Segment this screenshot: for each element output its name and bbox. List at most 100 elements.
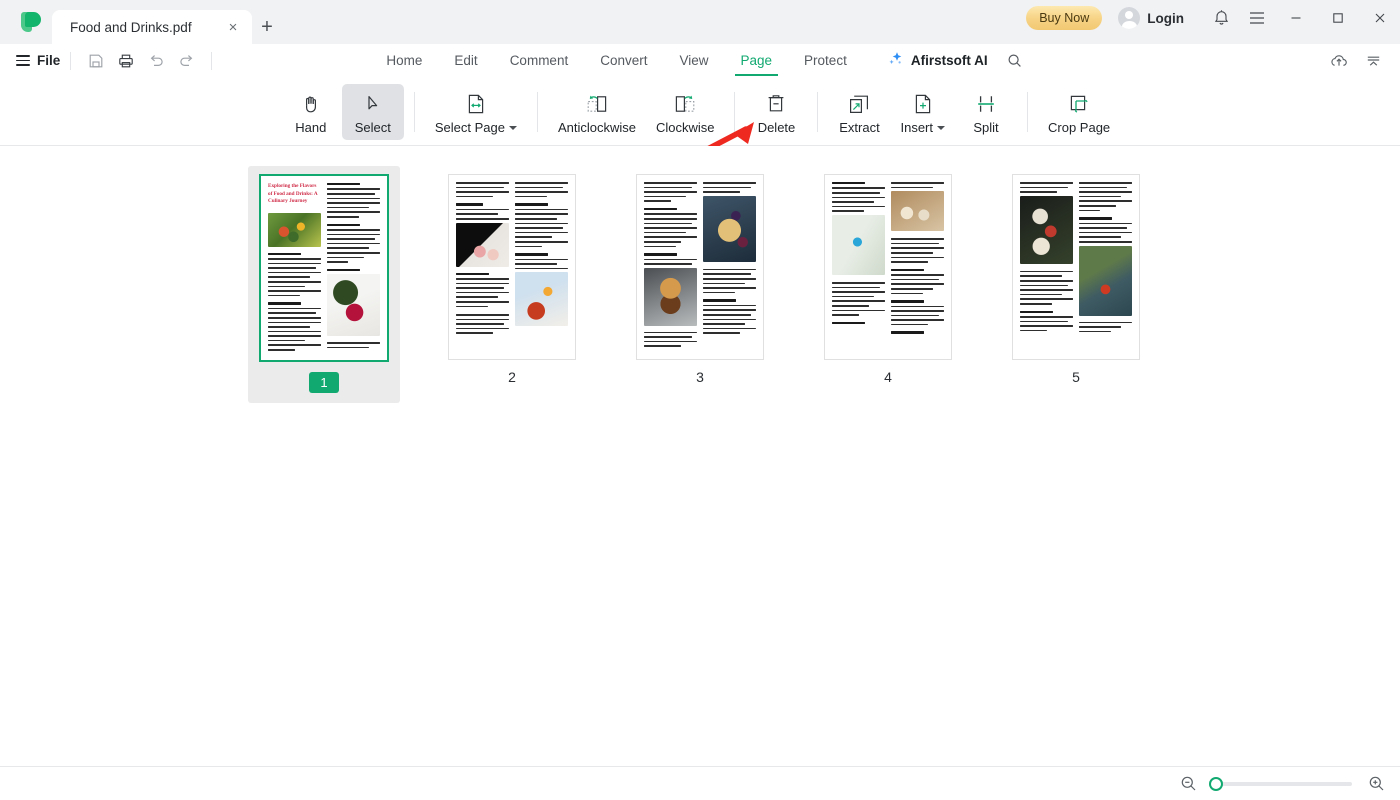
- divider: [413, 91, 415, 132]
- photo-salad: [268, 212, 321, 247]
- tool-split[interactable]: Split: [955, 84, 1017, 140]
- maximize-button[interactable]: [1318, 3, 1358, 33]
- tool-insert[interactable]: Insert: [890, 84, 955, 140]
- divider: [211, 51, 213, 70]
- save-icon[interactable]: [81, 48, 111, 74]
- tool-clockwise[interactable]: Clockwise: [646, 84, 725, 140]
- zoom-slider[interactable]: [1209, 776, 1352, 791]
- close-window-button[interactable]: [1360, 3, 1400, 33]
- tool-extract-label: Extract: [839, 119, 880, 135]
- afirstsoft-ai-button[interactable]: Afirstsoft AI: [881, 50, 994, 72]
- photo-champagne: [832, 214, 885, 275]
- login-button[interactable]: Login: [1118, 7, 1184, 29]
- cloud-upload-icon[interactable]: [1324, 48, 1354, 74]
- afirstsoft-ai-label: Afirstsoft AI: [910, 53, 988, 68]
- divider: [70, 51, 72, 70]
- photo-pancakes: [703, 195, 756, 262]
- menu-bar: File Home Edit Comment Convert View Page…: [0, 44, 1400, 78]
- print-icon[interactable]: [111, 48, 141, 74]
- tool-select-page[interactable]: Select Page: [425, 84, 527, 140]
- extract-icon: [847, 91, 871, 117]
- title-bar: Food and Drinks.pdf × + Buy Now Login: [0, 0, 1400, 44]
- chevron-down-icon[interactable]: [937, 126, 945, 130]
- search-icon[interactable]: [1000, 48, 1030, 74]
- ribbon-tabs: Home Edit Comment Convert View Page Prot…: [0, 44, 1400, 78]
- notifications-bell-icon[interactable]: [1204, 3, 1238, 33]
- close-tab-icon[interactable]: ×: [224, 18, 242, 36]
- menu-bar-right-actions: [1324, 48, 1400, 74]
- tool-crop-page[interactable]: Crop Page: [1038, 84, 1120, 140]
- photo-cocktail: [456, 222, 509, 267]
- main-menu-icon[interactable]: [1240, 3, 1274, 33]
- tool-anticlockwise-label: Anticlockwise: [557, 119, 636, 135]
- zoom-out-icon[interactable]: [1178, 774, 1198, 794]
- tool-extract[interactable]: Extract: [828, 84, 890, 140]
- page-tools-ribbon: Hand Select Select Page Anticlockwise Cl…: [0, 78, 1400, 222]
- photo-pasta: [515, 272, 568, 327]
- file-menu-button[interactable]: File: [16, 53, 60, 68]
- file-menu-label: File: [37, 53, 61, 68]
- tool-crop-page-label: Crop Page: [1048, 119, 1111, 135]
- tab-edit[interactable]: Edit: [438, 46, 493, 76]
- login-label: Login: [1147, 10, 1184, 26]
- page-preview-2: [448, 174, 576, 360]
- page-number-4: 4: [884, 369, 892, 385]
- photo-cocktail-cliff: [1079, 245, 1132, 316]
- document-tab-label: Food and Drinks.pdf: [70, 19, 192, 35]
- document-tab[interactable]: Food and Drinks.pdf ×: [52, 10, 252, 44]
- page-thumbnail-4[interactable]: 4: [812, 166, 964, 394]
- select-page-icon: [464, 91, 488, 117]
- buy-now-button[interactable]: Buy Now: [1026, 6, 1103, 30]
- redo-icon[interactable]: [171, 48, 201, 74]
- tool-clockwise-label: Clockwise: [655, 119, 715, 135]
- new-tab-icon[interactable]: +: [252, 10, 282, 44]
- tool-hand-label: Hand: [295, 119, 327, 135]
- page-number-2: 2: [508, 369, 516, 385]
- tab-convert[interactable]: Convert: [584, 46, 663, 76]
- tool-delete-label: Delete: [757, 119, 796, 135]
- page-preview-3: [636, 174, 764, 360]
- minimize-button[interactable]: [1276, 3, 1316, 33]
- tool-hand[interactable]: Hand: [280, 84, 342, 140]
- rotate-right-icon: [672, 91, 698, 117]
- hand-icon: [300, 91, 322, 117]
- undo-icon[interactable]: [141, 48, 171, 74]
- tab-view[interactable]: View: [663, 46, 724, 76]
- title-bar-actions: Buy Now Login: [1026, 0, 1400, 44]
- tab-page[interactable]: Page: [725, 46, 789, 76]
- collapse-ribbon-icon[interactable]: [1358, 48, 1388, 74]
- sparkle-icon: [887, 50, 904, 72]
- tool-insert-label: Insert: [900, 120, 945, 135]
- page-thumbnail-5[interactable]: 5: [1000, 166, 1152, 394]
- avatar: [1118, 7, 1141, 29]
- tool-select-page-text: Select Page: [434, 119, 505, 135]
- page-thumbnail-2[interactable]: 2: [436, 166, 588, 394]
- page-number-3: 3: [696, 369, 704, 385]
- insert-page-icon: [911, 91, 935, 117]
- page-thumbnail-3[interactable]: 3: [624, 166, 776, 394]
- zoom-slider-handle[interactable]: [1209, 776, 1223, 791]
- tool-delete[interactable]: Delete: [745, 84, 807, 140]
- tool-select-page-label: Select Page: [435, 120, 517, 135]
- page-number-5: 5: [1072, 369, 1080, 385]
- page-thumbnail-1[interactable]: Exploring the Flavors of Food and Drinks…: [248, 166, 400, 403]
- tab-protect[interactable]: Protect: [788, 46, 863, 76]
- page-thumbnails-row: Exploring the Flavors of Food and Drinks…: [0, 166, 1400, 403]
- chevron-down-icon[interactable]: [508, 126, 517, 130]
- divider: [734, 91, 736, 132]
- tool-select[interactable]: Select: [341, 83, 404, 140]
- tool-select-label: Select: [354, 119, 391, 135]
- page-1-heading: Exploring the Flavors of Food and Drinks…: [268, 183, 318, 205]
- tool-split-label: Split: [973, 119, 999, 135]
- photo-wine: [327, 274, 380, 337]
- page-preview-5: [1012, 174, 1140, 360]
- tab-comment[interactable]: Comment: [494, 46, 585, 76]
- photo-feast: [1020, 195, 1073, 264]
- tab-home[interactable]: Home: [370, 46, 438, 76]
- zoom-in-icon[interactable]: [1366, 774, 1386, 794]
- page-thumbnails-area[interactable]: Exploring the Flavors of Food and Drinks…: [0, 146, 1400, 766]
- page-preview-1: Exploring the Flavors of Food and Drinks…: [259, 174, 389, 362]
- rotate-left-icon: [584, 91, 610, 117]
- tool-anticlockwise[interactable]: Anticlockwise: [548, 84, 646, 140]
- app-logo-icon: [20, 10, 46, 36]
